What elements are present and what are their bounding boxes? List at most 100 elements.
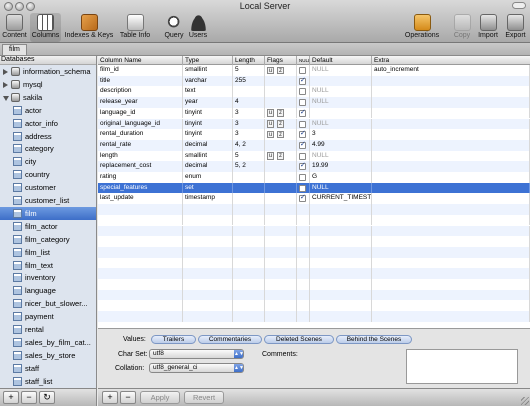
zerofill-flag[interactable]: z xyxy=(277,130,284,139)
allow-null-checkbox[interactable] xyxy=(299,108,306,118)
cell-extra[interactable] xyxy=(372,118,530,130)
cell-null[interactable] xyxy=(297,182,310,194)
unsigned-flag[interactable]: u xyxy=(267,130,274,139)
cell-type[interactable]: set xyxy=(183,182,233,194)
sidebar-table-item[interactable]: film_category xyxy=(0,233,96,246)
apply-button[interactable]: Apply xyxy=(140,391,180,404)
cell-default[interactable]: NULL xyxy=(310,86,372,98)
cell-length[interactable]: 5, 2 xyxy=(233,161,265,172)
add-column-button[interactable]: + xyxy=(102,391,118,404)
header-extra[interactable]: Extra xyxy=(372,56,530,65)
cell-flags[interactable] xyxy=(265,182,297,194)
cell-column-name[interactable]: special_features xyxy=(98,182,183,194)
cell-null[interactable] xyxy=(297,139,310,151)
cell-column-name[interactable]: original_language_id xyxy=(98,118,183,130)
cell-null[interactable] xyxy=(297,172,310,183)
table-row[interactable]: language_id tinyint 3 u z xyxy=(98,107,530,119)
cell-default[interactable]: NULL xyxy=(310,182,372,194)
cell-null[interactable] xyxy=(297,193,310,205)
cell-column-name[interactable]: description xyxy=(98,86,183,98)
table-row[interactable]: rental_ratedecimal4, 2 4.99 xyxy=(98,139,530,151)
sidebar-table-item[interactable]: actor xyxy=(0,104,96,117)
cell-length[interactable]: 255 xyxy=(233,75,265,87)
toolbar-users-button[interactable]: Users xyxy=(187,13,209,42)
cell-flags[interactable]: uz xyxy=(265,118,297,130)
header-flags[interactable]: Flags xyxy=(265,56,297,65)
table-row[interactable]: rental_durationtinyint3uz3 xyxy=(98,129,530,140)
toolbar-toggle-button[interactable] xyxy=(512,2,526,9)
cell-column-name[interactable]: rental_rate xyxy=(98,139,183,151)
table-row[interactable]: rating enum G xyxy=(98,172,530,183)
value-token[interactable]: Behind the Scenes xyxy=(336,335,412,344)
refresh-button[interactable]: ↻ xyxy=(39,391,55,404)
sidebar-table-item[interactable]: actor_info xyxy=(0,117,96,130)
unsigned-flag[interactable]: u xyxy=(267,66,274,74)
zerofill-flag[interactable]: z xyxy=(277,152,284,160)
zerofill-flag[interactable]: z xyxy=(277,120,284,128)
cell-length[interactable]: 3 xyxy=(233,107,265,119)
cell-type[interactable]: decimal xyxy=(183,161,233,172)
cell-default[interactable]: 4.99 xyxy=(310,139,372,151)
cell-column-name[interactable]: length xyxy=(98,150,183,162)
cell-extra[interactable] xyxy=(372,161,530,172)
cell-type[interactable]: smallint xyxy=(183,65,233,76)
toolbar-table-info-button[interactable]: Table Info xyxy=(117,13,153,42)
sidebar-database-item[interactable]: sakila xyxy=(0,91,96,104)
cell-null[interactable] xyxy=(297,161,310,172)
cell-default[interactable] xyxy=(310,75,372,87)
cell-null[interactable] xyxy=(297,150,310,162)
table-row[interactable]: special_features set NULL xyxy=(98,182,530,194)
add-database-button[interactable]: + xyxy=(3,391,19,404)
allow-null-checkbox[interactable] xyxy=(299,193,306,204)
sidebar-table-item[interactable]: customer xyxy=(0,181,96,194)
unsigned-flag[interactable]: u xyxy=(267,109,274,117)
allow-null-checkbox[interactable] xyxy=(299,88,306,96)
cell-flags[interactable] xyxy=(265,139,297,151)
toolbar-indexes-button[interactable]: Indexes & Keys xyxy=(64,13,114,42)
cell-column-name[interactable]: rating xyxy=(98,172,183,183)
allow-null-checkbox[interactable] xyxy=(299,161,306,172)
cell-column-name[interactable]: language_id xyxy=(98,107,183,119)
sidebar-table-item[interactable]: sales_by_store xyxy=(0,349,96,362)
cell-extra[interactable] xyxy=(372,86,530,98)
allow-null-checkbox[interactable] xyxy=(299,99,306,107)
cell-flags[interactable] xyxy=(265,161,297,172)
header-type[interactable]: Type xyxy=(183,56,233,65)
disclosure-closed-icon[interactable] xyxy=(3,69,8,75)
revert-button[interactable]: Revert xyxy=(184,391,224,404)
allow-null-checkbox[interactable] xyxy=(299,129,306,140)
cell-column-name[interactable]: last_update xyxy=(98,193,183,205)
allow-null-checkbox[interactable] xyxy=(299,174,306,181)
cell-length[interactable]: 3 xyxy=(233,118,265,130)
sidebar-table-item[interactable]: city xyxy=(0,155,96,168)
cell-extra[interactable] xyxy=(372,129,530,140)
header-column-name[interactable]: Column Name xyxy=(98,56,183,65)
value-token[interactable]: Deleted Scenes xyxy=(264,335,334,344)
cell-default[interactable]: NULL xyxy=(310,150,372,162)
sidebar-table-item[interactable]: film_list xyxy=(0,246,96,259)
cell-null[interactable] xyxy=(297,129,310,140)
cell-type[interactable]: tinyint xyxy=(183,107,233,119)
cell-type[interactable]: decimal xyxy=(183,139,233,151)
charset-select[interactable]: utf8 ▲▼ xyxy=(149,349,244,359)
cell-length[interactable] xyxy=(233,86,265,98)
sidebar-table-item[interactable]: film xyxy=(0,206,96,220)
sidebar-table-item[interactable]: staff xyxy=(0,362,96,375)
cell-default[interactable]: CURRENT_TIMEST xyxy=(310,193,372,205)
remove-column-button[interactable]: − xyxy=(120,391,136,404)
sidebar-table-item[interactable]: film_text xyxy=(0,259,96,272)
cell-flags[interactable]: uz xyxy=(265,107,297,119)
cell-type[interactable]: smallint xyxy=(183,150,233,162)
allow-null-checkbox[interactable] xyxy=(299,140,306,151)
cell-length[interactable]: 4, 2 xyxy=(233,139,265,151)
cell-null[interactable] xyxy=(297,86,310,98)
cell-extra[interactable] xyxy=(372,107,530,119)
remove-database-button[interactable]: − xyxy=(21,391,37,404)
toolbar-query-button[interactable]: Query xyxy=(163,13,185,42)
cell-default[interactable]: NULL xyxy=(310,118,372,130)
table-row[interactable]: replacement_costdecimal5, 2 19.99 xyxy=(98,161,530,172)
sidebar-database-item[interactable]: information_schema xyxy=(0,65,96,78)
toolbar-columns-button[interactable]: Columns xyxy=(30,13,61,42)
cell-null[interactable] xyxy=(297,118,310,130)
cell-null[interactable] xyxy=(297,75,310,87)
